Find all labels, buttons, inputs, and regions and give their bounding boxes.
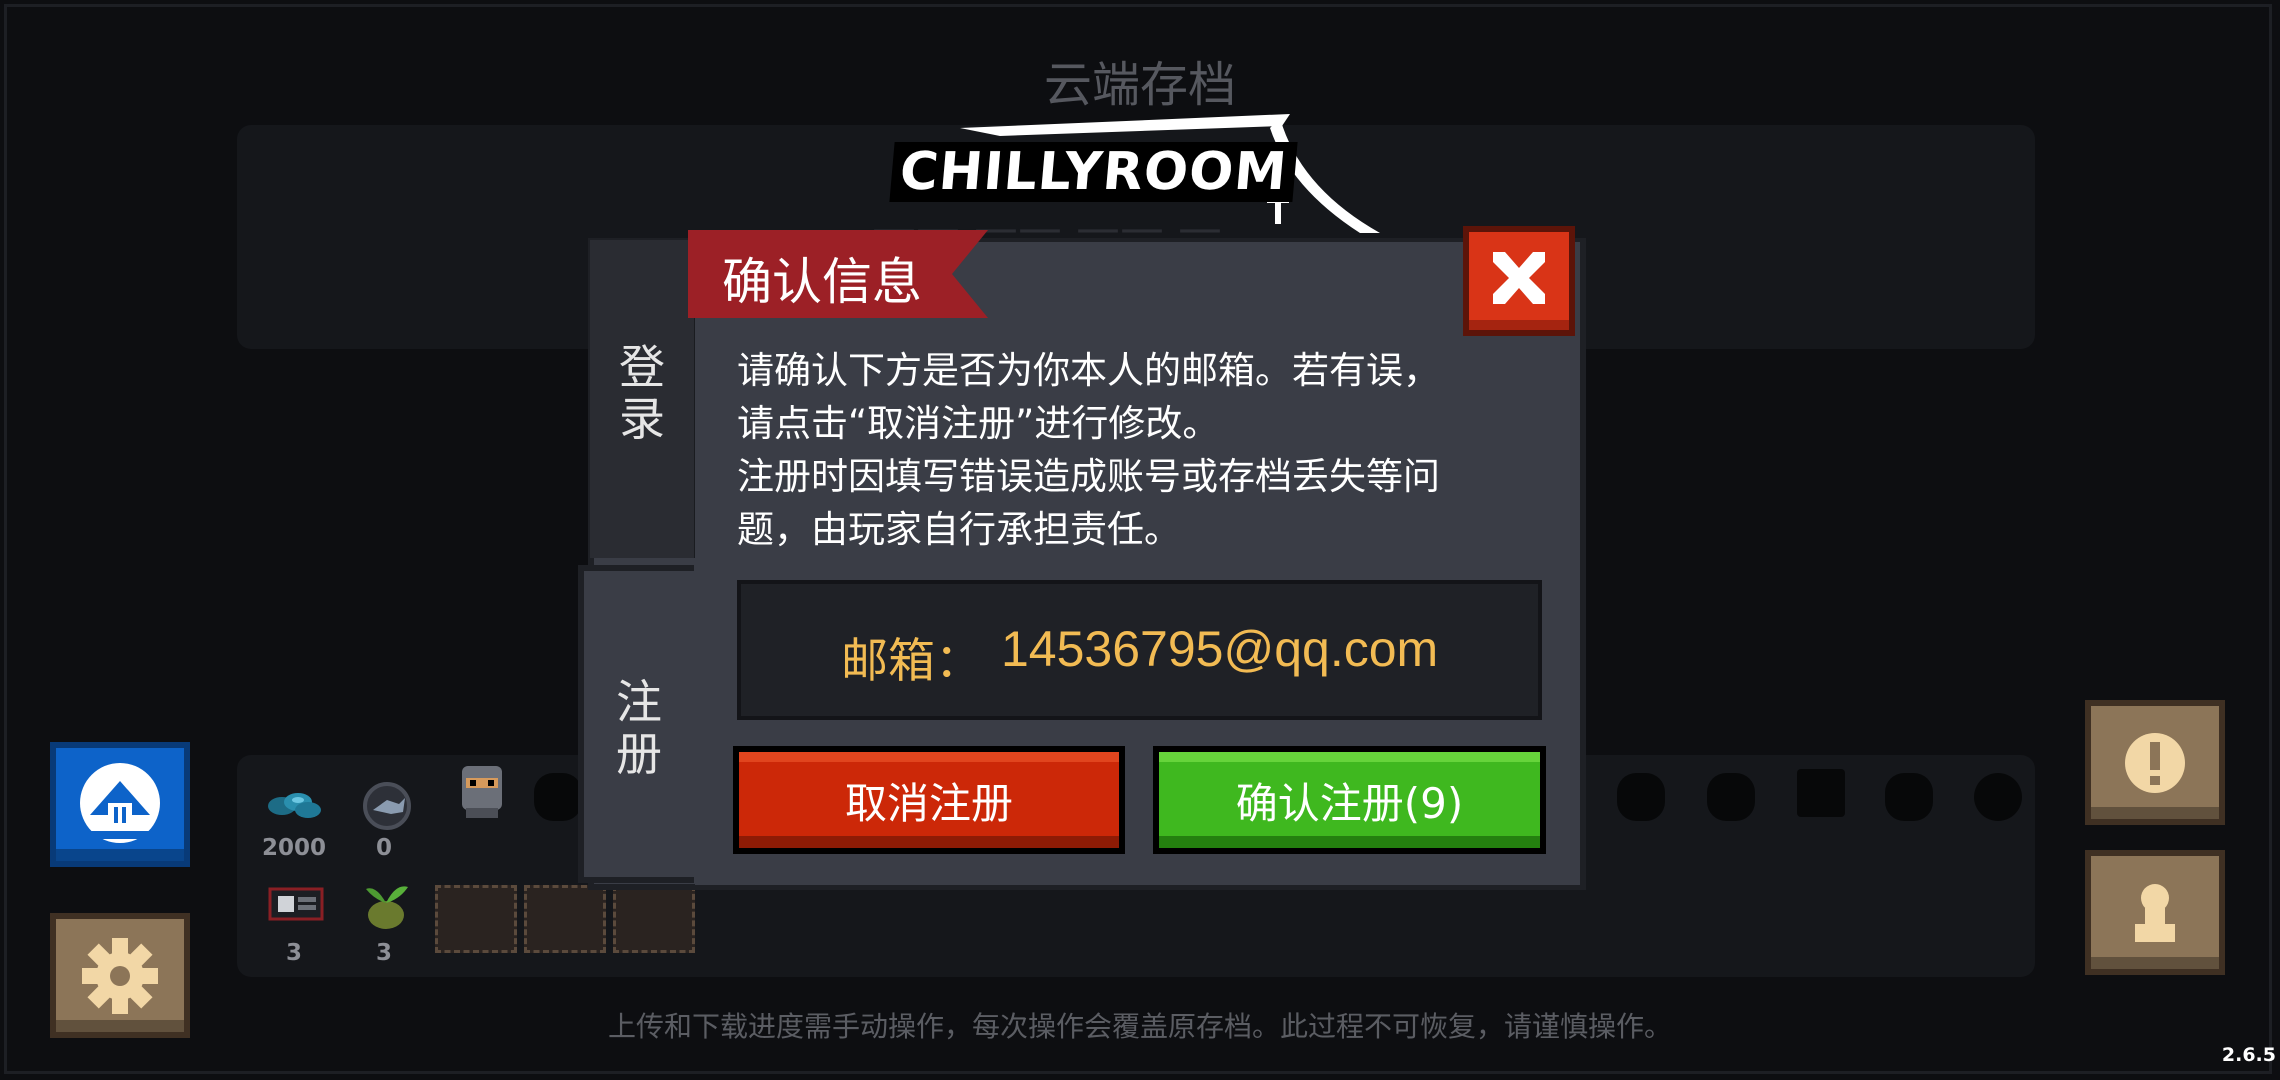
- knight-icon: [450, 760, 514, 826]
- plant-card: [435, 885, 517, 953]
- fish-icon: [357, 780, 421, 836]
- cancel-register-button[interactable]: 取消注册: [733, 746, 1125, 854]
- confirm-register-button[interactable]: 确认注册(9): [1153, 746, 1546, 854]
- profile-button[interactable]: [2085, 850, 2225, 975]
- email-label: 邮箱：: [841, 634, 982, 689]
- tab-login-char: 录: [619, 392, 665, 446]
- email-value: 14536795@qq.com: [1001, 621, 1439, 677]
- locked-item-silhouette: [1797, 769, 1845, 817]
- message-line: 题，由玩家自行承担责任。: [737, 508, 1181, 551]
- notice-button[interactable]: [2085, 700, 2225, 825]
- fish-count: 0: [375, 835, 392, 861]
- page-title: 云端存档: [1043, 57, 1236, 113]
- dialog-message: 请确认下方是否为你本人的邮箱。若有误， 请点击“取消注册”进行修改。 注册时因填…: [737, 344, 1557, 556]
- close-icon: [1493, 252, 1545, 304]
- chillyroom-account-button[interactable]: [50, 742, 190, 867]
- plant-card: [524, 885, 606, 953]
- plant-card: [613, 885, 695, 953]
- message-line: 注册时因填写错误造成账号或存档丢失等问: [737, 455, 1440, 498]
- chillyroom-logo-icon: [80, 762, 160, 843]
- tab-login-char: 登: [619, 340, 665, 394]
- seed-icon: [354, 875, 418, 939]
- locked-item-silhouette: [1707, 773, 1755, 821]
- locked-item-silhouette: [534, 773, 582, 821]
- chillyroom-logo: CHILLYROOM: [889, 108, 1390, 238]
- gems-icon: [262, 780, 326, 832]
- logo-wordmark: CHILLYROOM: [889, 142, 1298, 202]
- gear-icon: [82, 937, 158, 1014]
- tab-register-char: 注: [616, 675, 662, 729]
- locked-item-silhouette: [1974, 773, 2022, 821]
- tab-register-char: 册: [616, 727, 662, 781]
- energy-card-icon: [264, 885, 328, 929]
- close-button[interactable]: [1463, 226, 1575, 336]
- footer-warning: 上传和下载进度需手动操作，每次操作会覆盖原存档。此过程不可恢复，请谨慎操作。: [607, 1010, 1672, 1043]
- message-line: 请点击“取消注册”进行修改。: [737, 402, 1220, 445]
- dialog-title: 确认信息: [722, 253, 922, 311]
- tab-login[interactable]: 登 录: [590, 240, 698, 558]
- seed-count: 3: [375, 940, 392, 966]
- gems-count: 2000: [261, 835, 326, 861]
- tab-register[interactable]: 注 册: [578, 565, 694, 883]
- version-label: 2.6.5: [2221, 1044, 2276, 1066]
- person-icon: [2135, 883, 2175, 942]
- email-display: 邮箱： 14536795@qq.com: [737, 580, 1542, 720]
- locked-item-silhouette: [1885, 773, 1933, 821]
- locked-item-silhouette: [1617, 773, 1665, 821]
- message-line: 请确认下方是否为你本人的邮箱。若有误，: [737, 349, 1440, 392]
- settings-button[interactable]: [50, 913, 190, 1038]
- exclamation-icon: [2125, 732, 2185, 793]
- card-count: 3: [285, 940, 302, 966]
